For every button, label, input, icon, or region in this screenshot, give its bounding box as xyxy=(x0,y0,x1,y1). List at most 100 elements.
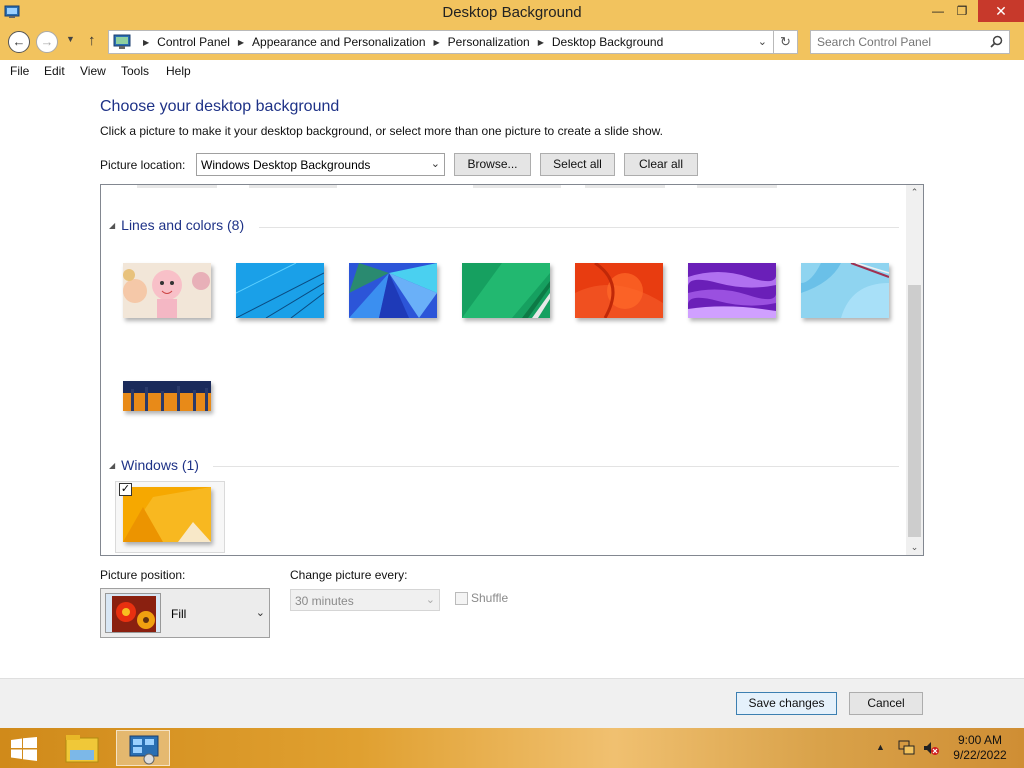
scroll-down-icon[interactable]: ⌄ xyxy=(906,542,923,553)
volume-muted-icon[interactable] xyxy=(922,740,940,756)
wallpaper-thumbnail[interactable] xyxy=(688,263,776,318)
breadcrumb-separator-icon[interactable]: ▶ xyxy=(238,38,244,47)
clear-all-button[interactable]: Clear all xyxy=(624,153,698,176)
breadcrumb-personalization[interactable]: Personalization xyxy=(448,35,530,49)
up-button[interactable]: ↑ xyxy=(88,32,96,49)
wallpaper-thumbnail[interactable] xyxy=(462,263,550,318)
network-icon[interactable] xyxy=(898,740,916,756)
purple-waves-image xyxy=(688,263,776,318)
dialog-footer: Save changes Cancel xyxy=(0,678,1024,728)
picture-position-value: Fill xyxy=(171,607,187,621)
windows-orange-fold-image xyxy=(123,487,211,542)
breadcrumb-separator-icon[interactable]: ▶ xyxy=(538,38,544,47)
system-clock[interactable]: 9:00 AM 9/22/2022 xyxy=(948,733,1012,763)
browse-button[interactable]: Browse... xyxy=(454,153,531,176)
menu-view[interactable]: View xyxy=(80,64,106,78)
search-box[interactable] xyxy=(810,30,1010,54)
checkmark-icon: ✓ xyxy=(120,483,131,495)
address-bar[interactable]: ▶ Control Panel ▶ Appearance and Personaliz… xyxy=(108,30,774,54)
orange-swirl-image xyxy=(575,263,663,318)
page-description: Click a picture to make it your desktop … xyxy=(100,124,663,138)
scrollbar-thumb[interactable] xyxy=(908,285,921,537)
wallpaper-thumbnail[interactable] xyxy=(123,381,211,411)
breadcrumb: ▶ Control Panel ▶ Appearance and Personaliz… xyxy=(135,35,663,49)
group-divider xyxy=(259,227,899,228)
search-icon[interactable] xyxy=(990,35,1003,48)
main-content: Choose your desktop background Click a p… xyxy=(0,82,1024,678)
picture-list[interactable]: ◢ Lines and colors (8) ◢ Windows (1) ✓ ⌃… xyxy=(100,184,924,556)
menu-tools[interactable]: Tools xyxy=(121,64,149,78)
show-hidden-icons[interactable]: ▲ xyxy=(876,742,885,752)
search-input[interactable] xyxy=(817,35,977,49)
breadcrumb-desktop-background[interactable]: Desktop Background xyxy=(552,35,663,49)
taskbar: ▲ 9:00 AM 9/22/2022 xyxy=(0,728,1024,768)
window-title: Desktop Background xyxy=(442,4,582,21)
blue-lines-image xyxy=(236,263,324,318)
group-header-windows[interactable]: ◢ Windows (1) xyxy=(109,457,199,473)
menu-file[interactable]: File xyxy=(10,64,29,78)
shuffle-label: Shuffle xyxy=(471,591,509,605)
light-blue-lines-image xyxy=(801,263,889,318)
restore-button[interactable]: ❐ xyxy=(948,0,976,22)
wallpaper-thumbnail[interactable] xyxy=(236,263,324,318)
menu-edit[interactable]: Edit xyxy=(44,64,65,78)
select-all-button[interactable]: Select all xyxy=(540,153,615,176)
breadcrumb-appearance[interactable]: Appearance and Personalization xyxy=(252,35,425,49)
wallpaper-checkbox[interactable]: ✓ xyxy=(119,483,132,496)
change-interval-select[interactable]: 30 minutes ⌄ xyxy=(290,589,440,611)
refresh-button[interactable]: ↻ xyxy=(774,30,798,54)
forward-button[interactable]: → xyxy=(36,31,58,53)
collapse-triangle-icon[interactable]: ◢ xyxy=(109,461,115,470)
orange-blue-bars-image xyxy=(123,381,211,411)
clock-time: 9:00 AM xyxy=(957,733,1003,747)
control-panel-icon xyxy=(129,735,159,765)
taskbar-file-explorer[interactable] xyxy=(56,730,110,766)
change-interval-value: 30 minutes xyxy=(295,594,354,608)
picture-position-label: Picture position: xyxy=(100,568,186,582)
green-ribbon-image xyxy=(462,263,550,318)
navigation-bar: ← → ▼ ↑ ▶ Control Panel ▶ Appearance and Pe… xyxy=(0,24,1024,60)
page-title: Choose your desktop background xyxy=(100,98,340,115)
recent-locations-dropdown[interactable]: ▼ xyxy=(66,34,75,44)
vertical-scrollbar[interactable]: ⌃ ⌄ xyxy=(906,185,923,555)
scroll-up-icon[interactable]: ⌃ xyxy=(906,187,923,198)
title-bar: Desktop Background — ❐ ✕ xyxy=(0,0,1024,24)
wallpaper-thumbnail[interactable] xyxy=(349,263,437,318)
blue-petals-image xyxy=(349,263,437,318)
picture-location-value: Windows Desktop Backgrounds xyxy=(201,158,371,172)
clock-date: 9/22/2022 xyxy=(953,748,1007,762)
picture-location-label: Picture location: xyxy=(100,158,186,172)
save-changes-button[interactable]: Save changes xyxy=(736,692,837,715)
breadcrumb-control-panel[interactable]: Control Panel xyxy=(157,35,230,49)
change-picture-label: Change picture every: xyxy=(290,568,408,582)
forward-arrow-icon: → xyxy=(40,34,54,49)
shuffle-checkbox[interactable] xyxy=(455,592,468,605)
clipped-thumbnails xyxy=(121,185,921,188)
position-preview-image xyxy=(105,593,161,633)
chevron-down-icon: ⌄ xyxy=(255,607,265,619)
picture-location-select[interactable]: Windows Desktop Backgrounds ⌄ xyxy=(196,153,445,176)
wallpaper-thumbnail[interactable] xyxy=(123,263,211,318)
breadcrumb-separator-icon: ▶ xyxy=(143,38,150,47)
folder-icon xyxy=(65,735,99,763)
close-button[interactable]: ✕ xyxy=(978,0,1024,22)
windows-logo-icon[interactable] xyxy=(10,737,38,761)
group-title: Lines and colors (8) xyxy=(121,217,245,233)
back-button[interactable]: ← xyxy=(8,31,30,53)
back-arrow-icon: ← xyxy=(12,34,26,49)
picture-position-select[interactable]: Fill ⌄ xyxy=(100,588,270,638)
chevron-down-icon: ⌄ xyxy=(425,594,435,606)
wallpaper-thumbnail[interactable] xyxy=(575,263,663,318)
wallpaper-thumbnail[interactable] xyxy=(123,487,211,542)
chevron-down-icon: ⌄ xyxy=(430,158,440,170)
breadcrumb-separator-icon[interactable]: ▶ xyxy=(434,38,440,47)
wallpaper-thumbnail[interactable] xyxy=(801,263,889,318)
chevron-down-icon[interactable]: ⌄ xyxy=(758,35,767,48)
cancel-button[interactable]: Cancel xyxy=(849,692,923,715)
group-divider xyxy=(213,466,899,467)
menu-help[interactable]: Help xyxy=(166,64,191,78)
cartoon-characters-image xyxy=(123,263,211,318)
collapse-triangle-icon[interactable]: ◢ xyxy=(109,221,115,230)
taskbar-control-panel[interactable] xyxy=(116,730,170,766)
group-header-lines-and-colors[interactable]: ◢ Lines and colors (8) xyxy=(109,217,244,233)
